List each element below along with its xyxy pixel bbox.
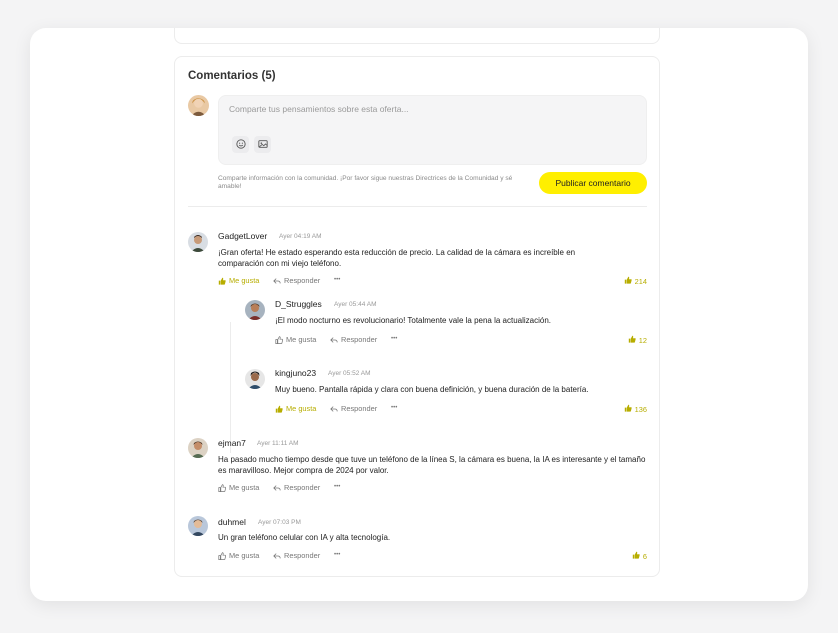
reply-label: Responder <box>341 404 378 413</box>
like-count-value: 12 <box>638 335 647 345</box>
reply-icon <box>273 484 281 492</box>
like-label: Me gusta <box>286 335 317 344</box>
divider <box>188 206 647 207</box>
like-count: 12 <box>628 335 647 345</box>
comment-time: Ayer 05:44 AM <box>334 301 377 308</box>
thumbs-up-outline-icon <box>218 551 226 560</box>
comment-time: Ayer 11:11 AM <box>257 440 299 447</box>
like-button[interactable]: Me gusta <box>218 483 259 492</box>
like-button[interactable]: Me gusta <box>218 276 259 285</box>
like-button[interactable]: Me gusta <box>275 404 316 413</box>
reply-button[interactable]: Responder <box>330 335 377 344</box>
thumbs-up-icon <box>624 404 632 414</box>
like-label: Me gusta <box>229 483 260 492</box>
comment-text: ¡El modo nocturno es revolucionario! Tot… <box>275 316 552 325</box>
more-options-button[interactable]: ••• <box>334 552 340 558</box>
like-label: Me gusta <box>229 276 260 285</box>
comment-author[interactable]: D_Struggles <box>275 299 322 309</box>
reply-icon <box>330 405 338 413</box>
avatar <box>188 232 208 252</box>
thumbs-up-icon <box>218 277 226 285</box>
comment-actions: Me gusta Responder ••• 214 <box>218 276 647 288</box>
like-button[interactable]: Me gusta <box>218 551 259 560</box>
image-button[interactable] <box>254 136 271 153</box>
reply-button[interactable]: Responder <box>330 404 377 413</box>
like-count: 214 <box>624 276 647 286</box>
more-options-button[interactable]: ••• <box>334 277 340 283</box>
avatar <box>245 369 265 389</box>
image-icon <box>257 136 268 154</box>
avatar <box>188 438 208 458</box>
like-button[interactable]: Me gusta <box>275 335 316 344</box>
comment-actions: Me gusta Responder ••• 6 <box>218 551 647 563</box>
comments-card: Comentarios (5) Comparte tus pensamiento… <box>174 56 660 577</box>
current-user-avatar <box>188 95 209 116</box>
comment-actions: Me gusta Responder ••• 12 <box>275 335 647 347</box>
emoji-button[interactable] <box>232 136 249 153</box>
reply-icon <box>273 552 281 560</box>
reply-label: Responder <box>284 551 321 560</box>
like-count-value: 136 <box>634 404 647 414</box>
avatar <box>245 300 265 320</box>
comment-time: Ayer 04:19 AM <box>279 233 322 240</box>
reply-label: Responder <box>341 335 378 344</box>
more-options-button[interactable]: ••• <box>334 484 340 490</box>
community-guidelines-hint: Comparte información con la comunidad. ¡… <box>218 175 513 191</box>
composer-placeholder[interactable]: Comparte tus pensamientos sobre esta ofe… <box>229 104 409 114</box>
reply-thread-line <box>230 322 231 453</box>
emoji-icon <box>235 136 246 154</box>
like-count: 6 <box>632 551 647 561</box>
like-count-value: 6 <box>642 551 647 561</box>
comment-author[interactable]: kingjuno23 <box>275 368 316 378</box>
thumbs-up-icon <box>624 276 632 286</box>
like-label: Me gusta <box>229 551 260 560</box>
comment-composer[interactable]: Comparte tus pensamientos sobre esta ofe… <box>218 95 647 165</box>
comment-text: Ha pasado mucho tiempo desde que tuve un… <box>218 455 646 475</box>
like-label: Me gusta <box>286 404 317 413</box>
like-count-value: 214 <box>634 276 647 286</box>
reply-label: Responder <box>284 276 321 285</box>
previous-card <box>174 28 660 44</box>
comment-author[interactable]: ejman7 <box>218 438 246 448</box>
thumbs-up-icon <box>632 551 640 561</box>
comment-text: Un gran teléfono celular con IA y alta t… <box>218 533 391 542</box>
comment-text: ¡Gran oferta! He estado esperando esta r… <box>218 248 576 268</box>
comment-text: Muy bueno. Pantalla rápida y clara con b… <box>275 385 589 394</box>
comments-title: Comentarios (5) <box>188 70 276 82</box>
page-frame: Comentarios (5) Comparte tus pensamiento… <box>30 28 808 601</box>
thumbs-up-outline-icon <box>218 483 226 492</box>
thumbs-up-icon <box>628 335 636 345</box>
comment-actions: Me gusta Responder ••• 136 <box>275 404 647 416</box>
publish-comment-button[interactable]: Publicar comentario <box>539 172 647 194</box>
comment-actions: Me gusta Responder ••• <box>218 483 647 495</box>
reply-button[interactable]: Responder <box>273 551 320 560</box>
reply-label: Responder <box>284 483 321 492</box>
more-options-button[interactable]: ••• <box>391 336 397 342</box>
comment-author[interactable]: GadgetLover <box>218 231 267 241</box>
like-count: 136 <box>624 404 647 414</box>
thumbs-up-icon <box>275 405 283 413</box>
thumbs-up-outline-icon <box>275 335 283 344</box>
comment-time: Ayer 07:03 PM <box>258 519 301 526</box>
reply-button[interactable]: Responder <box>273 483 320 492</box>
more-options-button[interactable]: ••• <box>391 405 397 411</box>
comment-author[interactable]: duhmel <box>218 517 246 527</box>
reply-icon <box>330 336 338 344</box>
reply-icon <box>273 277 281 285</box>
avatar <box>188 516 208 536</box>
comment-time: Ayer 05:52 AM <box>328 370 371 377</box>
reply-button[interactable]: Responder <box>273 276 320 285</box>
